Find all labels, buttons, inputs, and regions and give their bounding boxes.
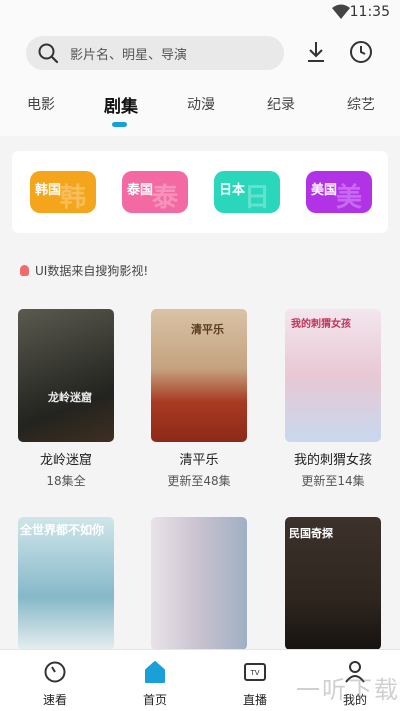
region-chip-thailand[interactable]: 泰 泰国 (122, 171, 188, 213)
tab-documentary[interactable]: 纪录 (267, 94, 295, 114)
region-watermark: 日 (244, 183, 271, 213)
nav-live[interactable]: TV 直播 (220, 650, 290, 711)
region-watermark: 美 (336, 183, 363, 213)
nav-home[interactable]: 首页 (120, 650, 190, 711)
region-watermark: 泰 (152, 183, 179, 213)
show-title[interactable]: 龙岭迷窟 (11, 449, 121, 468)
region-chip-japan[interactable]: 日 日本 (214, 171, 280, 213)
show-poster[interactable]: 民国奇探 (285, 517, 381, 650)
search-icon (37, 42, 59, 68)
history-icon[interactable] (349, 40, 373, 68)
download-icon[interactable] (305, 40, 327, 68)
poster-title-art: 清平乐 (191, 323, 224, 336)
show-poster[interactable]: 全世界都不如你 (18, 517, 114, 650)
poster-title-art: 民国奇探 (289, 527, 333, 540)
nav-label: 速看 (42, 693, 67, 707)
tab-series[interactable]: 剧集 (104, 92, 138, 117)
status-time: 11:35 (349, 4, 390, 20)
site-watermark: 一听下载 (296, 676, 400, 704)
tab-variety[interactable]: 综艺 (347, 94, 375, 114)
region-chip-usa[interactable]: 美 美国 (306, 171, 372, 213)
wifi-icon (332, 4, 350, 24)
category-tabs: 电影 剧集 动漫 纪录 综艺 (0, 86, 400, 130)
show-poster[interactable] (151, 517, 247, 650)
show-title[interactable]: 我的刺猬女孩 (278, 449, 388, 468)
poster-title-art: 全世界都不如你 (20, 523, 105, 537)
search-placeholder: 影片名、明星、导演 (70, 48, 188, 63)
header: 影片名、明星、导演 电影 剧集 动漫 纪录 综艺 (0, 26, 400, 136)
tv-icon: TV (243, 660, 267, 688)
nav-label: 首页 (142, 693, 167, 707)
search-input[interactable]: 影片名、明星、导演 (26, 36, 284, 70)
svg-text:TV: TV (249, 669, 259, 677)
nav-label: 直播 (242, 693, 267, 707)
clock-icon (43, 660, 67, 688)
active-tab-indicator (112, 122, 127, 127)
data-source-notice: UI数据来自搜狗影视! (20, 262, 148, 279)
region-filter-card: 韩 韩国 泰 泰国 日 日本 美 美国 (12, 151, 388, 233)
tab-anime[interactable]: 动漫 (187, 94, 215, 114)
region-label: 泰国 (127, 183, 154, 198)
status-bar: 11:35 (0, 0, 400, 26)
region-watermark: 韩 (60, 183, 87, 213)
bulb-icon (20, 265, 29, 276)
show-episodes: 18集全 (46, 474, 86, 488)
region-label: 美国 (311, 183, 338, 198)
region-label: 日本 (219, 183, 246, 198)
show-episodes: 更新至48集 (167, 474, 231, 488)
show-episodes: 更新至14集 (301, 474, 365, 488)
poster-title-art: 我的刺猬女孩 (291, 319, 351, 330)
region-label: 韩国 (35, 183, 62, 198)
show-poster[interactable]: 我的刺猬女孩 (285, 309, 381, 442)
nav-quick-watch[interactable]: 速看 (20, 650, 90, 711)
notice-text: UI数据来自搜狗影视! (35, 264, 149, 278)
show-poster[interactable]: 清平乐 (151, 309, 247, 442)
home-icon (144, 660, 166, 688)
region-chip-korea[interactable]: 韩 韩国 (30, 171, 96, 213)
show-poster[interactable]: 龙岭迷窟 (18, 309, 114, 442)
tab-movie[interactable]: 电影 (27, 94, 55, 114)
poster-title-art: 龙岭迷窟 (48, 391, 92, 404)
show-title[interactable]: 清平乐 (144, 449, 254, 468)
